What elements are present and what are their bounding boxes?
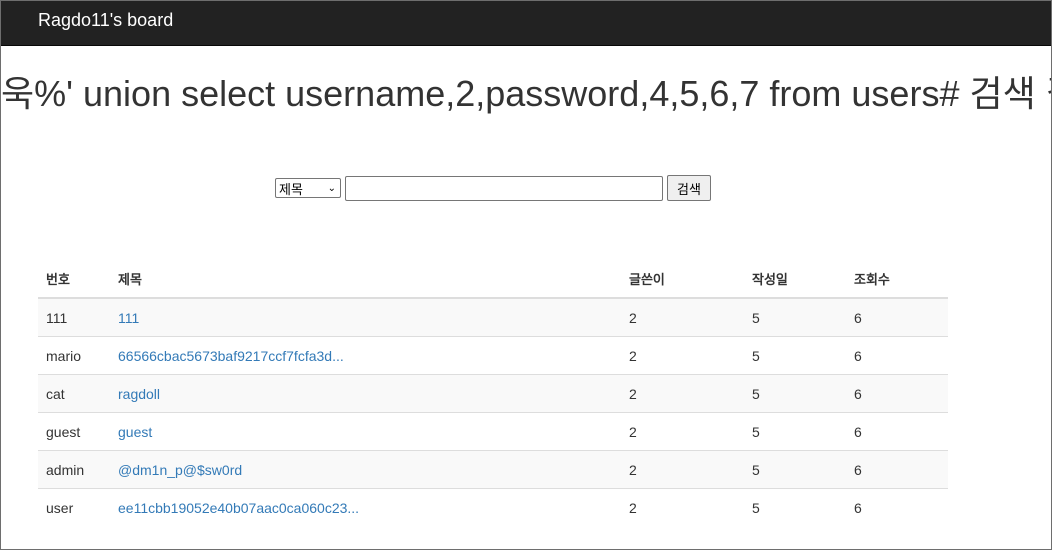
cell-title: @dm1n_p@$sw0rd [110, 450, 621, 489]
cell-title: guest [110, 412, 621, 451]
page-title: 욱%' union select username,2,password,4,5… [1, 73, 1051, 114]
cell-number: user [38, 488, 110, 526]
cell-views: 6 [846, 412, 948, 451]
cell-date: 5 [744, 412, 846, 451]
chevron-down-icon: ⌄ [327, 182, 336, 194]
cell-writer: 2 [621, 336, 744, 375]
cell-writer: 2 [621, 488, 744, 526]
search-field-select[interactable]: 제목 ⌄ [275, 178, 341, 198]
cell-date: 5 [744, 374, 846, 413]
cell-number: cat [38, 374, 110, 413]
cell-writer: 2 [621, 450, 744, 489]
cell-writer: 2 [621, 297, 744, 337]
cell-date: 5 [744, 336, 846, 375]
post-title-link[interactable]: ragdoll [118, 386, 160, 402]
cell-number: 111 [38, 297, 110, 337]
navbar-brand[interactable]: Ragdo11's board [38, 10, 173, 30]
cell-date: 5 [744, 488, 846, 526]
column-header-number: 번호 [38, 259, 110, 299]
post-title-link[interactable]: guest [118, 424, 152, 440]
cell-views: 6 [846, 374, 948, 413]
post-title-link[interactable]: 111 [118, 310, 139, 326]
table-row: cat ragdoll 2 5 6 [38, 374, 948, 413]
navbar: Ragdo11's board [1, 1, 1051, 46]
cell-views: 6 [846, 488, 948, 526]
table-header-row: 번호 제목 글쓴이 작성일 조회수 [38, 259, 948, 299]
table-row: 111 111 2 5 6 [38, 297, 948, 337]
board-table: 번호 제목 글쓴이 작성일 조회수 111 111 2 5 6 mario 66… [38, 259, 948, 526]
table-row: mario 66566cbac5673baf9217ccf7fcfa3d... … [38, 336, 948, 375]
post-title-link[interactable]: @dm1n_p@$sw0rd [118, 462, 242, 478]
cell-writer: 2 [621, 374, 744, 413]
cell-title: 66566cbac5673baf9217ccf7fcfa3d... [110, 336, 621, 375]
table-row: guest guest 2 5 6 [38, 412, 948, 451]
cell-date: 5 [744, 297, 846, 337]
search-field-select-value: 제목 [279, 182, 303, 198]
cell-views: 6 [846, 297, 948, 337]
column-header-title: 제목 [110, 259, 621, 299]
table-row: user ee11cbb19052e40b07aac0ca060c23... 2… [38, 488, 948, 526]
search-input[interactable] [345, 175, 663, 201]
post-title-link[interactable]: ee11cbb19052e40b07aac0ca060c23... [118, 500, 359, 516]
column-header-writer: 글쓴이 [621, 259, 744, 299]
search-button[interactable]: 검색 [667, 175, 711, 201]
cell-writer: 2 [621, 412, 744, 451]
cell-views: 6 [846, 450, 948, 489]
cell-title: ragdoll [110, 374, 621, 413]
column-header-date: 작성일 [744, 259, 846, 299]
post-title-link[interactable]: 66566cbac5673baf9217ccf7fcfa3d... [118, 348, 344, 364]
cell-title: 111 [110, 297, 621, 337]
cell-title: ee11cbb19052e40b07aac0ca060c23... [110, 488, 621, 526]
cell-number: guest [38, 412, 110, 451]
table-row: admin @dm1n_p@$sw0rd 2 5 6 [38, 450, 948, 489]
search-form: 제목 ⌄ 검색 [275, 175, 711, 201]
cell-number: admin [38, 450, 110, 489]
cell-date: 5 [744, 450, 846, 489]
column-header-views: 조회수 [846, 259, 948, 299]
cell-number: mario [38, 336, 110, 375]
cell-views: 6 [846, 336, 948, 375]
